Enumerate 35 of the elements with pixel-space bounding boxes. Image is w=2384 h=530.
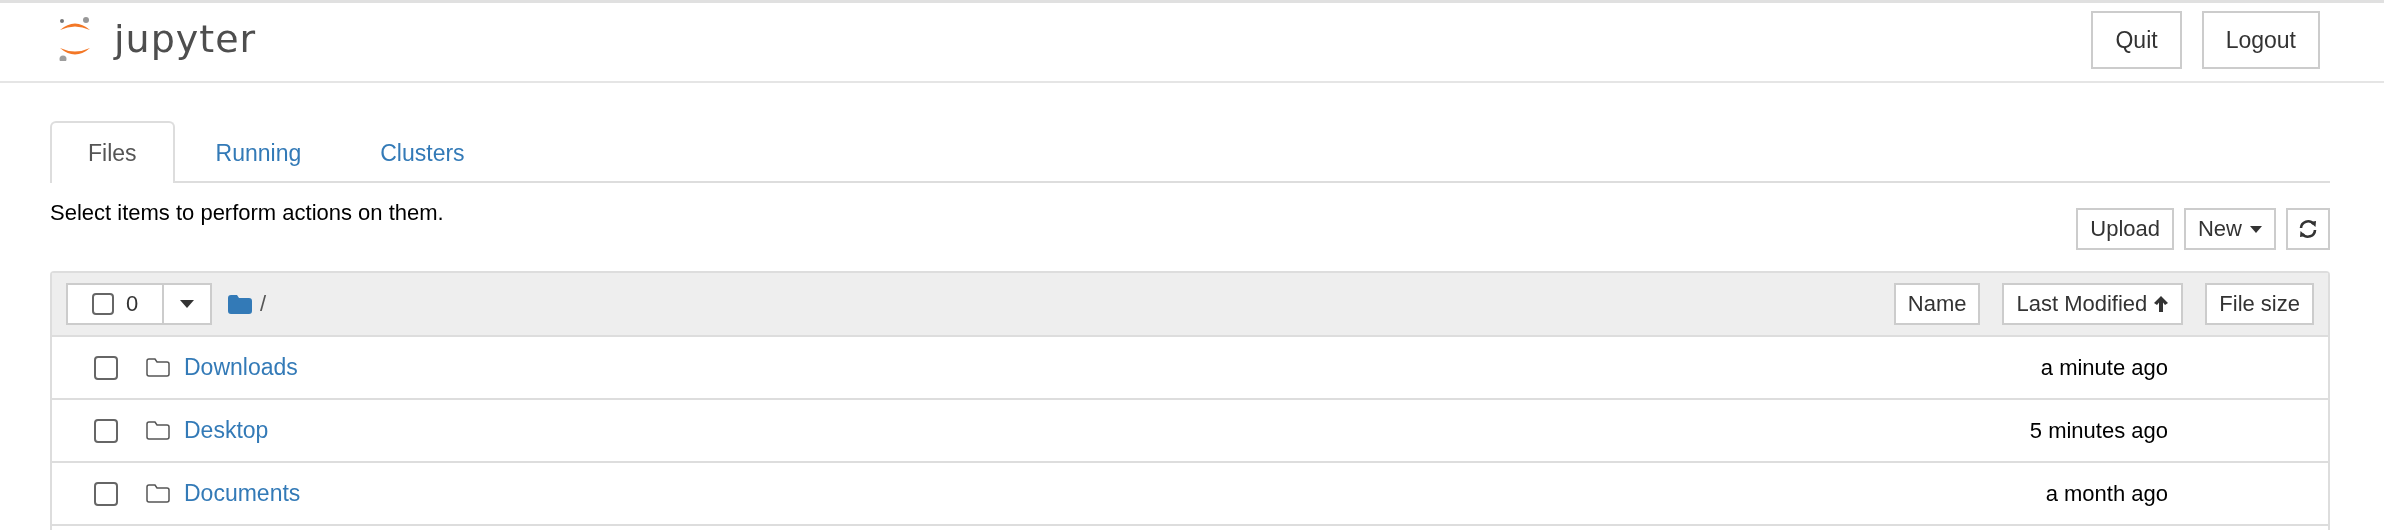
path-breadcrumb[interactable]: / [260,291,267,317]
refresh-icon [2298,219,2318,239]
checkbox[interactable] [94,418,118,443]
header-button[interactable]: Quit [2091,11,2182,69]
sort-button[interactable]: File size [2205,283,2314,325]
item-link[interactable]: Downloads [184,354,298,381]
caret-icon [2250,225,2262,233]
checkbox[interactable] [94,355,118,380]
sort-button[interactable]: Name [1893,283,1981,325]
item-link[interactable]: Desktop [184,417,269,444]
tab[interactable]: Running [177,121,340,183]
hint-text: Select items to perform actions on them. [50,200,444,226]
tab[interactable]: Files [50,121,175,183]
new-button[interactable]: New [2184,208,2276,250]
logo-text[interactable]: jupyter [114,17,257,61]
modified-time: 5 minutes ago [2029,417,2168,444]
caret-icon [180,300,194,308]
dropdown-button[interactable] [162,283,212,325]
modified-time: a month ago [2045,480,2168,507]
logo-icon [58,17,92,61]
refresh-button[interactable] [2286,208,2330,250]
folder-icon [146,484,170,503]
tab[interactable]: Clusters [342,121,503,183]
checkbox[interactable] [91,293,114,315]
folder-icon [146,358,170,377]
select-all-button[interactable]: 0 [66,283,162,325]
sort-button[interactable]: Last Modified [2002,283,2184,325]
modified-time: a minute ago [2040,354,2168,381]
checkbox[interactable] [94,481,118,506]
item-link[interactable]: Documents [184,480,301,507]
header-button[interactable]: Logout [2201,11,2320,69]
selected-count: 0 [125,291,139,317]
folder-icon[interactable] [228,294,252,314]
folder-icon [146,421,170,440]
upload-button[interactable]: Upload [2076,208,2174,250]
